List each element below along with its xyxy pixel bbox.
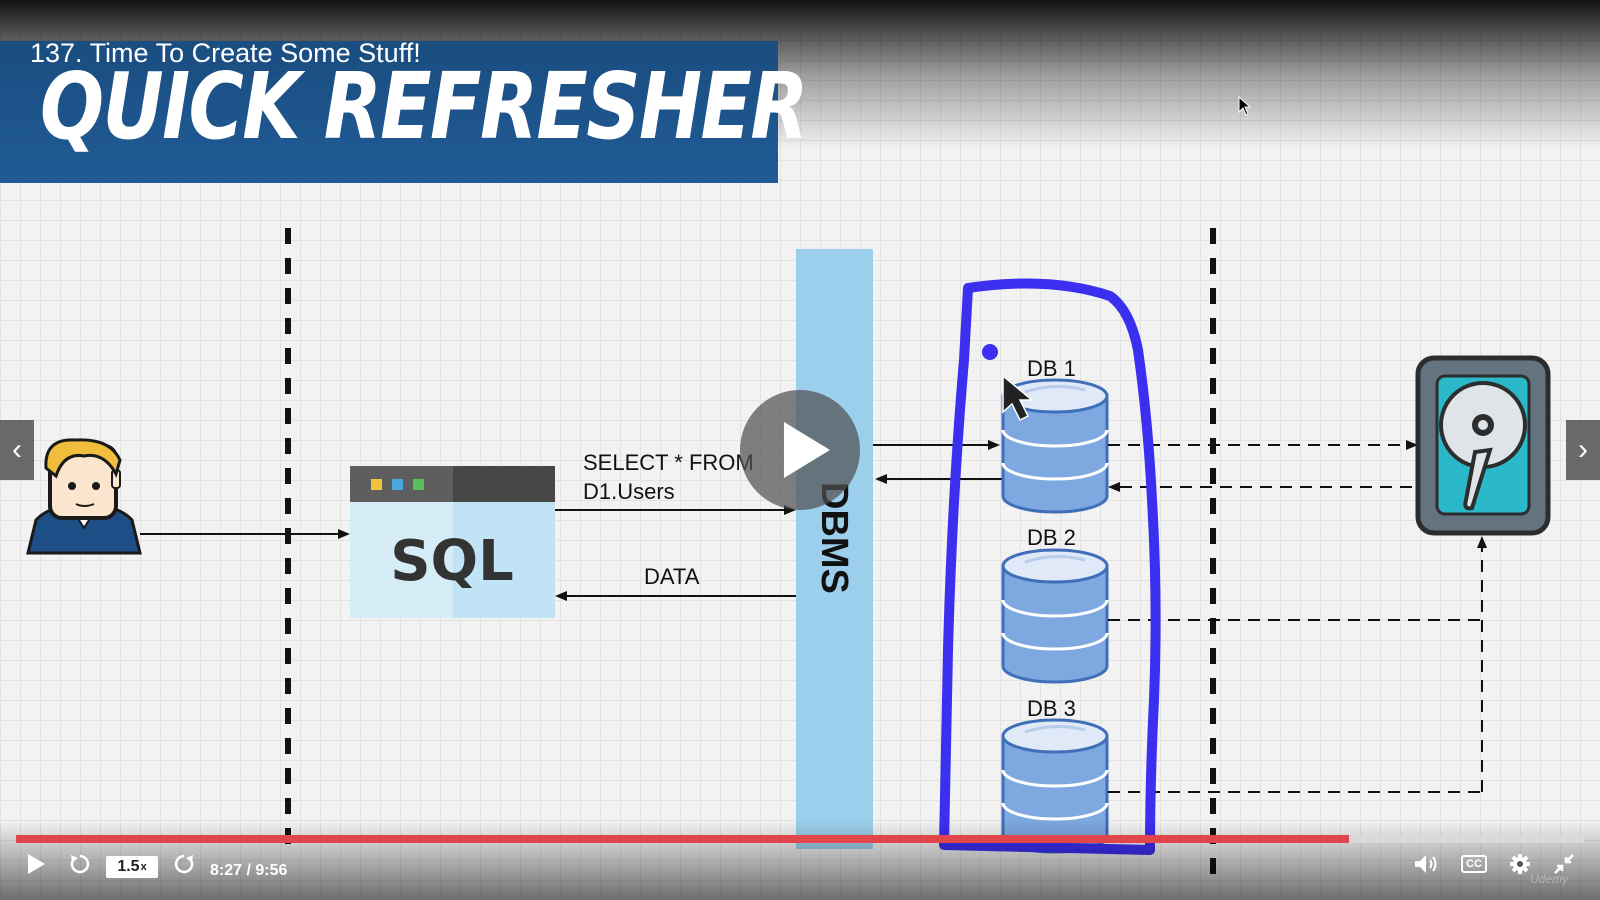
speed-suffix: x	[140, 861, 147, 873]
previous-lecture-button[interactable]: ‹	[0, 420, 34, 480]
time-separator: /	[242, 862, 256, 879]
sql-window: SQL	[350, 466, 555, 618]
lecture-title: 137. Time To Create Some Stuff!	[30, 38, 421, 68]
query-line-2: D1.Users	[583, 479, 675, 504]
rewind-icon	[70, 854, 90, 874]
sql-label: SQL	[390, 529, 514, 594]
captions-icon: CC	[1461, 855, 1487, 873]
total-time: 9:56	[255, 862, 288, 879]
chevron-left-icon: ‹	[12, 433, 22, 466]
database-cylinder-icon	[1001, 548, 1109, 684]
database-stack	[1001, 378, 1109, 854]
volume-icon	[1415, 855, 1437, 873]
play-icon	[28, 854, 45, 874]
mouse-cursor-icon	[1238, 96, 1252, 116]
speed-label: 1.5	[117, 858, 140, 875]
query-line-1: SELECT * FROM	[583, 450, 754, 475]
progress-fill	[16, 835, 1349, 843]
udemy-watermark: Udemy	[1530, 872, 1569, 886]
play-icon	[784, 422, 830, 478]
forward-button[interactable]	[168, 848, 200, 880]
banner-title: QUICK REFRESHER	[40, 53, 808, 160]
video-player[interactable]: SQL SELECT * FROM D1.Users DATA DBMS DB …	[0, 0, 1600, 900]
user-avatar-icon	[26, 438, 142, 555]
database-cylinder-icon	[1001, 718, 1109, 854]
chevron-right-icon: ›	[1578, 433, 1588, 466]
annotation-dot	[982, 344, 998, 360]
volume-button[interactable]	[1410, 848, 1442, 880]
forward-icon	[174, 854, 194, 874]
control-bar: 1.5 x 8:27 / 9:56 CC	[0, 848, 1600, 890]
settings-icon	[1510, 854, 1530, 874]
rewind-button[interactable]	[64, 848, 96, 880]
captions-button[interactable]: CC	[1458, 848, 1490, 880]
db-label: DB 1	[1027, 356, 1076, 381]
current-time: 8:27	[210, 862, 243, 879]
play-button[interactable]	[20, 848, 52, 880]
hard-disk-icon	[1415, 355, 1551, 536]
time-display: 8:27 / 9:56	[210, 862, 287, 880]
db-label: DB 2	[1027, 525, 1076, 550]
next-lecture-button[interactable]: ›	[1566, 420, 1600, 480]
progress-bar[interactable]	[16, 835, 1584, 843]
data-label: DATA	[644, 564, 700, 589]
db-label: DB 3	[1027, 696, 1076, 721]
playback-speed-button[interactable]: 1.5 x	[106, 856, 158, 878]
big-play-button[interactable]	[740, 390, 860, 510]
